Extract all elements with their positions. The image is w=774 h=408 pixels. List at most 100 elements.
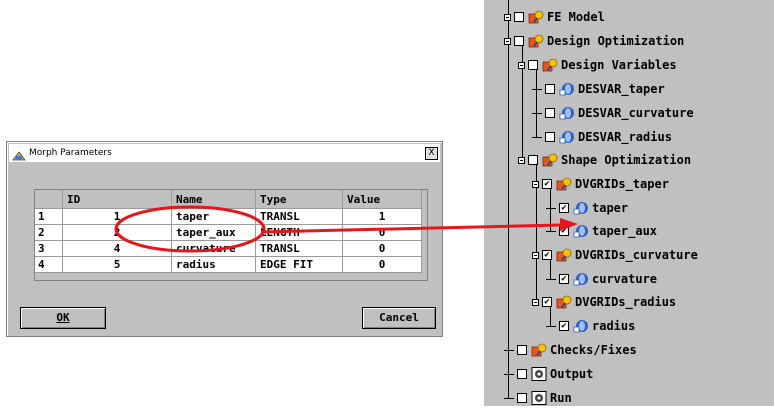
tree-item-label: DVGRIDs_taper [575, 177, 669, 191]
cell-id[interactable]: 1 [62, 208, 172, 225]
tree-checkbox[interactable]: ✔ [542, 250, 552, 260]
tree-checkbox[interactable] [517, 369, 527, 379]
tree-item[interactable]: ✔ taper_aux [546, 221, 657, 241]
cell-value[interactable]: 1 [342, 208, 422, 225]
morph-parameters-dialog: Morph Parameters X ID Name Type Value 1 … [6, 141, 443, 337]
tree-checkbox[interactable] [514, 36, 524, 46]
column-header-type[interactable]: Type [255, 190, 343, 209]
tree-checkbox[interactable] [528, 60, 538, 70]
model-icon [528, 34, 544, 48]
ok-button-label: OK [56, 311, 70, 324]
cell-value[interactable]: 0 [342, 256, 422, 273]
cancel-button[interactable]: Cancel [362, 307, 436, 329]
tree-branch-connector [546, 278, 556, 280]
tree-item[interactable]: Design Optimization [504, 31, 684, 51]
tree-checkbox[interactable] [545, 84, 555, 94]
tree-checkbox[interactable] [514, 12, 524, 22]
expand-toggle-icon[interactable] [532, 180, 539, 188]
tree-item-label: DESVAR_curvature [578, 106, 694, 120]
table-row[interactable]: 3 4 curvature TRANSL 0 [35, 240, 422, 257]
tree-item[interactable]: Output [504, 364, 593, 384]
row-number[interactable]: 4 [35, 256, 63, 273]
tree-checkbox[interactable] [517, 345, 527, 355]
cell-name[interactable]: taper [171, 208, 256, 225]
tree-item[interactable]: DESVAR_curvature [532, 103, 694, 123]
cell-name[interactable]: taper_aux [171, 224, 256, 241]
tree-checkbox[interactable]: ✔ [542, 179, 552, 189]
cell-type[interactable]: EDGE FIT [255, 256, 343, 273]
tree-checkbox[interactable] [545, 108, 555, 118]
cell-id[interactable]: 5 [62, 256, 172, 273]
cell-id[interactable]: 2 [62, 224, 172, 241]
model-tree-panel: FE Model Design Optimization Design Variab… [484, 0, 774, 406]
morph-icon [12, 147, 26, 161]
tree-checkbox[interactable]: ✔ [559, 203, 569, 213]
tree-item[interactable]: ✔ radius [546, 316, 635, 336]
row-number[interactable]: 3 [35, 240, 63, 257]
column-header-value[interactable]: Value [342, 190, 422, 209]
tree-branch-connector [504, 397, 514, 399]
tree-branch-connector [532, 88, 542, 90]
tree-item[interactable]: FE Model [504, 7, 605, 27]
dialog-title: Morph Parameters [29, 148, 112, 158]
ok-button[interactable]: OK [20, 307, 106, 329]
model-icon [542, 58, 558, 72]
tree-checkbox[interactable] [528, 155, 538, 165]
column-header-name[interactable]: Name [171, 190, 256, 209]
cell-name[interactable]: curvature [171, 240, 256, 257]
table-row[interactable]: 2 2 taper_aux LENGTH 0 [35, 224, 422, 241]
tree-checkbox[interactable]: ✔ [559, 274, 569, 284]
tree-checkbox[interactable]: ✔ [559, 226, 569, 236]
tree-item-label: Output [550, 367, 594, 381]
table-row[interactable]: 4 5 radius EDGE FIT 0 [35, 256, 422, 273]
variable-icon [559, 82, 575, 96]
expand-toggle-icon[interactable] [504, 13, 511, 21]
tree-item[interactable]: ✔ taper [546, 198, 628, 218]
dialog-titlebar[interactable]: Morph Parameters X [9, 144, 440, 162]
tree-item[interactable]: Checks/Fixes [504, 340, 637, 360]
expand-toggle-icon[interactable] [504, 37, 511, 45]
tree-item[interactable]: Design Variables [518, 55, 677, 75]
close-button[interactable]: X [425, 147, 438, 160]
tree-connector-line [508, 0, 509, 398]
tree-checkbox[interactable] [545, 132, 555, 142]
cell-name[interactable]: radius [171, 256, 256, 273]
tree-item[interactable]: DESVAR_taper [532, 79, 665, 99]
tree-item[interactable]: ✔ curvature [546, 269, 657, 289]
expand-toggle-icon[interactable] [532, 251, 539, 259]
tree-branch-connector [546, 230, 556, 232]
tree-checkbox[interactable] [517, 393, 527, 403]
cell-type[interactable]: TRANSL [255, 240, 343, 257]
expand-toggle-icon[interactable] [532, 298, 539, 306]
tree-branch-connector [532, 136, 542, 138]
cell-id[interactable]: 4 [62, 240, 172, 257]
tree-item[interactable]: Run [504, 388, 572, 408]
cell-value[interactable]: 0 [342, 240, 422, 257]
variable-icon [573, 201, 589, 215]
tree-item[interactable]: ✔ DVGRIDs_curvature [532, 245, 698, 265]
row-number[interactable]: 1 [35, 208, 63, 225]
table-filler [35, 273, 427, 280]
tree-checkbox[interactable]: ✔ [542, 297, 552, 307]
tree-item[interactable]: DESVAR_radius [532, 127, 672, 147]
cell-type[interactable]: LENGTH [255, 224, 343, 241]
tree-item-label: DESVAR_radius [578, 130, 672, 144]
cell-value[interactable]: 0 [342, 224, 422, 241]
expand-toggle-icon[interactable] [518, 156, 525, 164]
cell-type[interactable]: TRANSL [255, 208, 343, 225]
expand-toggle-icon[interactable] [518, 61, 525, 69]
tree-item[interactable]: ✔ DVGRIDs_radius [532, 292, 676, 312]
variable-icon [559, 106, 575, 120]
column-header-id[interactable]: ID [62, 190, 172, 209]
tree-branch-connector [504, 373, 514, 375]
tree-checkbox[interactable]: ✔ [559, 321, 569, 331]
gear-icon [531, 391, 547, 405]
table-row[interactable]: 1 1 taper TRANSL 1 [35, 208, 422, 225]
tree-item[interactable]: ✔ DVGRIDs_taper [532, 174, 669, 194]
tree-item-label: Shape Optimization [561, 153, 692, 167]
tree-branch-connector [546, 207, 556, 209]
tree-item[interactable]: Shape Optimization [518, 150, 691, 170]
model-icon [528, 10, 544, 24]
tree-item-label: Design Variables [561, 58, 677, 72]
row-number[interactable]: 2 [35, 224, 63, 241]
